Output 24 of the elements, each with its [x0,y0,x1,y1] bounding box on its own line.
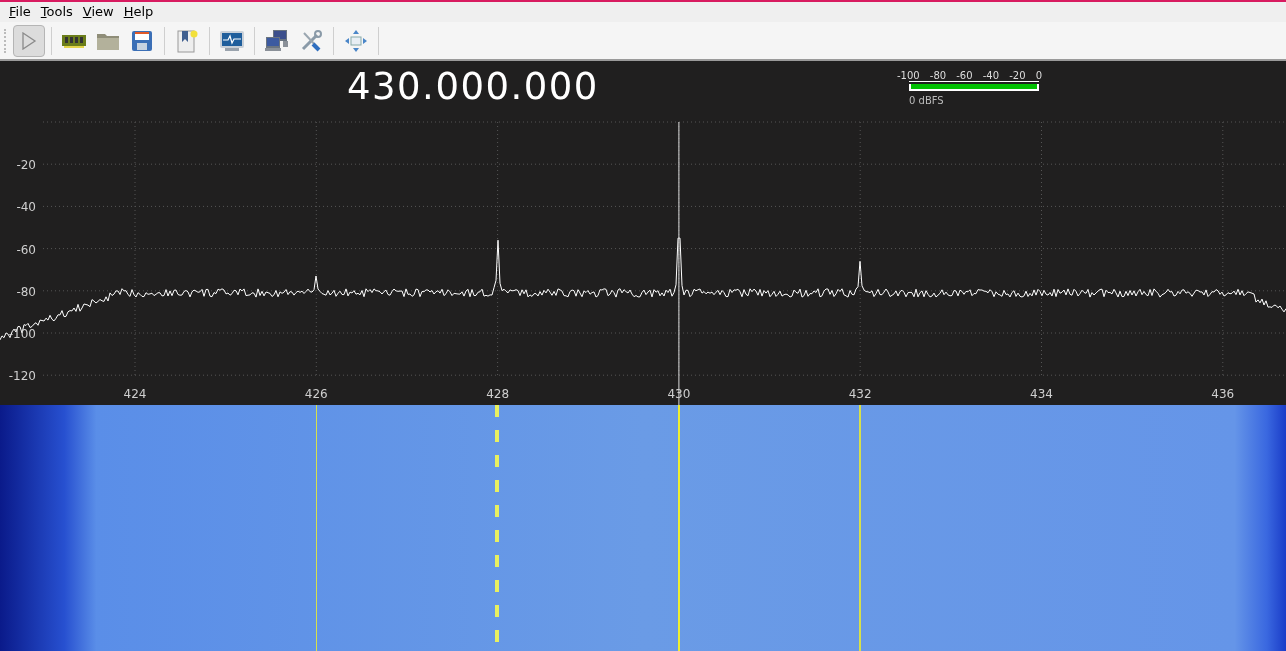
level-reading: 0 dBFS [909,94,945,108]
menu-item[interactable]: View [77,2,119,22]
play-icon [21,31,37,50]
meter-scale-label: -100 [897,71,920,81]
meter-scale-label: 0 [1035,71,1042,81]
meter-scale-label: -40 [982,71,1000,81]
y-axis-label: -40 [16,200,36,215]
meter-scale-label: -60 [956,71,973,81]
x-axis-label: 424 [123,387,147,401]
menu-item[interactable]: Tools [35,2,78,22]
y-axis-label: -120 [8,369,36,384]
x-axis-label: 434 [1030,387,1053,401]
y-axis-label: -60 [16,242,36,257]
y-axis-label: -20 [16,158,36,173]
frequency-readout: 430.000.000 [347,68,599,105]
meter-scale-label: -80 [929,71,947,81]
menu-item[interactable]: Help [118,2,159,22]
x-axis-label: 436 [1211,387,1235,401]
menu-item[interactable]: File [4,2,36,22]
y-axis-label: -80 [16,284,36,299]
x-axis-label: 428 [486,387,510,401]
meter-scale-label: -20 [1009,71,1026,81]
x-axis-label: 426 [304,387,328,401]
x-axis-label: 432 [848,387,872,401]
